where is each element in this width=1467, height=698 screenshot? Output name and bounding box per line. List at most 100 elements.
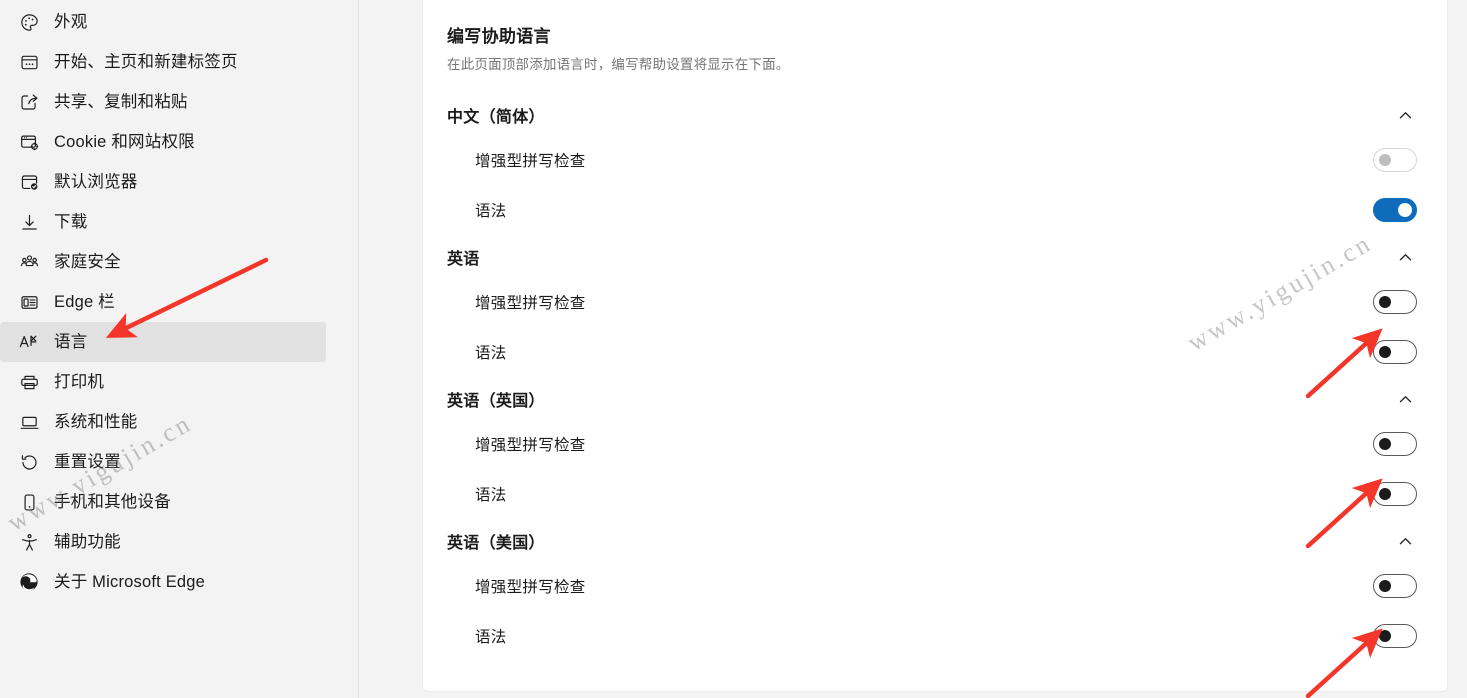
sidebar-item-6[interactable]: 下载 [0, 202, 326, 242]
setting-label: 语法 [475, 203, 507, 220]
setting-row: 语法 [447, 469, 1423, 519]
sidebar-item-label: 关于 Microsoft Edge [54, 573, 206, 591]
setting-label: 增强型拼写检查 [475, 295, 586, 312]
toggle-switch[interactable] [1373, 482, 1417, 506]
sidebar-item-label: 辅助功能 [54, 533, 121, 551]
edge-bar-icon [18, 291, 40, 313]
sidebar-item-14[interactable]: 辅助功能 [0, 522, 326, 562]
start-page-icon [18, 51, 40, 73]
toggle-knob [1379, 438, 1391, 450]
language-group: 英语（美国） 增强型拼写检查 语法 [447, 521, 1423, 661]
setting-row: 增强型拼写检查 [447, 561, 1423, 611]
chevron-up-icon[interactable] [1391, 101, 1419, 129]
setting-row: 语法 [447, 185, 1423, 235]
setting-row: 增强型拼写检查 [447, 135, 1423, 185]
sidebar-item-10[interactable]: 打印机 [0, 362, 326, 402]
sidebar-item-12[interactable]: 重置设置 [0, 442, 326, 482]
edge-logo-icon [18, 571, 40, 593]
chevron-up-icon[interactable] [1391, 527, 1419, 555]
edge-settings-window: 外观开始、主页和新建标签页共享、复制和粘贴 Cookie 和网站权限 默认浏览器下载… [0, 0, 1467, 698]
language-group-name: 英语 [447, 251, 480, 268]
sidebar-item-label: 下载 [54, 213, 88, 231]
sidebar-item-4[interactable]: Cookie 和网站权限 [0, 122, 326, 162]
palette-icon [18, 11, 40, 33]
page-title: 编写协助语言 [447, 27, 551, 46]
language-group-header[interactable]: 英语（英国） [447, 379, 1423, 419]
setting-row: 增强型拼写检查 [447, 419, 1423, 469]
language-group: 中文（简体） 增强型拼写检查 语法 [447, 95, 1423, 235]
toggle-switch[interactable] [1373, 198, 1417, 222]
toggle-knob [1379, 488, 1391, 500]
toggle-knob [1379, 346, 1391, 358]
chevron-up-icon[interactable] [1391, 243, 1419, 271]
settings-content-scroll[interactable]: 编写协助语言 在此页面顶部添加语言时，编写帮助设置将显示在下面。 中文（简体） 增… [360, 0, 1467, 698]
share-icon [18, 91, 40, 113]
settings-sidebar: 外观开始、主页和新建标签页共享、复制和粘贴 Cookie 和网站权限 默认浏览器下载… [0, 0, 359, 698]
language-group-name: 英语（英国） [447, 393, 545, 410]
sidebar-item-1[interactable]: 外观 [0, 2, 326, 42]
accessibility-icon [18, 531, 40, 553]
toggle-switch[interactable] [1373, 574, 1417, 598]
reset-settings-icon [18, 451, 40, 473]
system-performance-icon [18, 411, 40, 433]
language-icon [18, 331, 40, 353]
sidebar-item-11[interactable]: 系统和性能 [0, 402, 326, 442]
setting-label: 增强型拼写检查 [475, 437, 586, 454]
sidebar-item-7[interactable]: 家庭安全 [0, 242, 326, 282]
default-browser-icon [18, 171, 40, 193]
sidebar-item-13[interactable]: 手机和其他设备 [0, 482, 326, 522]
toggle-knob [1379, 154, 1391, 166]
sidebar-item-2[interactable]: 开始、主页和新建标签页 [0, 42, 326, 82]
language-group-header[interactable]: 中文（简体） [447, 95, 1423, 135]
sidebar-item-label: 系统和性能 [54, 413, 138, 431]
sidebar-item-label: 家庭安全 [54, 253, 121, 271]
toggle-knob [1379, 580, 1391, 592]
sidebar-item-8[interactable]: Edge 栏 [0, 282, 326, 322]
toggle-switch[interactable] [1373, 340, 1417, 364]
setting-label: 语法 [475, 629, 507, 646]
language-group-name: 英语（美国） [447, 535, 545, 552]
language-group: 英语增强型拼写检查 语法 [447, 237, 1423, 377]
setting-row: 语法 [447, 327, 1423, 377]
download-icon [18, 211, 40, 233]
printer-icon [18, 371, 40, 393]
language-group-list: 中文（简体） 增强型拼写检查 语法 英语 增强型拼写检查 语法 英语（英国） 增强型拼写检查语… [447, 95, 1423, 661]
sidebar-item-label: 共享、复制和粘贴 [54, 93, 188, 111]
language-group-header[interactable]: 英语 [447, 237, 1423, 277]
toggle-knob [1379, 296, 1391, 308]
sidebar-item-label: 打印机 [54, 373, 105, 391]
sidebar-item-label: 默认浏览器 [54, 173, 138, 191]
sidebar-item-label: 外观 [54, 13, 88, 31]
sidebar-item-label: 重置设置 [54, 453, 121, 471]
setting-label: 增强型拼写检查 [475, 579, 586, 596]
phone-devices-icon [18, 491, 40, 513]
page-description: 在此页面顶部添加语言时，编写帮助设置将显示在下面。 [447, 57, 790, 72]
setting-label: 语法 [475, 345, 507, 362]
chevron-up-icon[interactable] [1391, 385, 1419, 413]
toggle-knob [1398, 203, 1412, 217]
sidebar-item-9[interactable]: 语言 [0, 322, 326, 362]
toggle-knob [1379, 630, 1391, 642]
setting-row: 增强型拼写检查 [447, 277, 1423, 327]
sidebar-item-15[interactable]: 关于 Microsoft Edge [0, 562, 326, 602]
sidebar-item-label: Edge 栏 [54, 293, 115, 311]
cookie-permissions-icon [18, 131, 40, 153]
toggle-switch[interactable] [1373, 432, 1417, 456]
toggle-switch [1373, 148, 1417, 172]
language-group-name: 中文（简体） [447, 109, 545, 126]
language-group: 英语（英国） 增强型拼写检查 语法 [447, 379, 1423, 519]
language-group-header[interactable]: 英语（美国） [447, 521, 1423, 561]
sidebar-item-label: Cookie 和网站权限 [54, 133, 195, 151]
toggle-switch[interactable] [1373, 624, 1417, 648]
setting-label: 语法 [475, 487, 507, 504]
sidebar-item-5[interactable]: 默认浏览器 [0, 162, 326, 202]
toggle-switch[interactable] [1373, 290, 1417, 314]
setting-label: 增强型拼写检查 [475, 153, 586, 170]
sidebar-nav-list: 外观开始、主页和新建标签页共享、复制和粘贴 Cookie 和网站权限 默认浏览器下载… [0, 2, 358, 602]
setting-row: 语法 [447, 611, 1423, 661]
sidebar-item-label: 语言 [54, 333, 88, 351]
family-safety-icon [18, 251, 40, 273]
sidebar-item-label: 手机和其他设备 [54, 493, 171, 511]
writing-assistance-card: 编写协助语言 在此页面顶部添加语言时，编写帮助设置将显示在下面。 中文（简体） 增… [422, 0, 1448, 692]
sidebar-item-3[interactable]: 共享、复制和粘贴 [0, 82, 326, 122]
